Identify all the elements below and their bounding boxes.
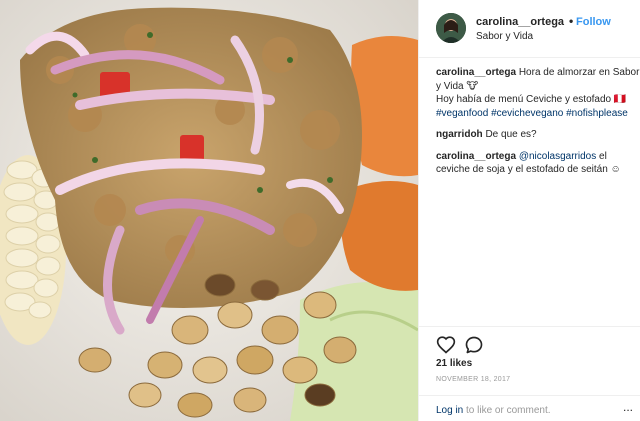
ceviche-plate-image	[0, 0, 418, 421]
comment-username[interactable]: carolina__ortega	[436, 151, 516, 162]
comment-username[interactable]: ngarridoh	[436, 129, 483, 140]
actions-bar	[419, 326, 640, 356]
more-options-button[interactable]: ...	[623, 401, 637, 415]
heart-icon	[436, 336, 456, 354]
comment-text-line2: Hoy había de menú Ceviche y estofado 🇵🇪	[436, 94, 627, 105]
comment-button[interactable]	[464, 335, 484, 355]
comment-icon	[465, 336, 483, 354]
post-header: carolina__ortega • Follow Sabor y Vida	[419, 0, 640, 58]
mention-link[interactable]: @nicolasgarridos	[519, 151, 596, 162]
login-link[interactable]: Log in	[436, 405, 463, 416]
hashtag-link[interactable]: #veganfood	[436, 108, 488, 119]
hashtag-link[interactable]: #nofishplease	[566, 108, 628, 119]
location-link[interactable]: Sabor y Vida	[476, 31, 533, 42]
avatar-image-icon	[436, 13, 466, 43]
comments-list: carolina__ortega Hora de almorzar en Sab…	[436, 66, 640, 185]
like-button[interactable]	[436, 335, 456, 355]
hashtag-link[interactable]: #cevichevegano	[491, 108, 563, 119]
comment-item: carolina__ortega @nicolasgarridos el cev…	[436, 150, 640, 177]
comment-item: ngarridoh De que es?	[436, 128, 640, 142]
comment-username[interactable]: carolina__ortega	[436, 67, 516, 78]
avatar[interactable]	[436, 13, 466, 43]
separator-dot: •	[569, 14, 574, 28]
post-date: NOVEMBER 18, 2017	[436, 376, 511, 383]
post-sidebar: carolina__ortega • Follow Sabor y Vida c…	[418, 0, 640, 421]
comment-text: De que es?	[485, 129, 537, 140]
login-row: Log in to like or comment. ...	[419, 395, 640, 421]
likes-count[interactable]: 21 likes	[436, 358, 472, 369]
post-photo[interactable]	[0, 0, 418, 421]
follow-button[interactable]: Follow	[576, 16, 611, 28]
author-username[interactable]: carolina__ortega	[476, 16, 564, 28]
comment-item: carolina__ortega Hora de almorzar en Sab…	[436, 66, 640, 120]
login-suffix: to like or comment.	[466, 405, 551, 416]
login-prompt: Log in to like or comment.	[436, 405, 551, 416]
